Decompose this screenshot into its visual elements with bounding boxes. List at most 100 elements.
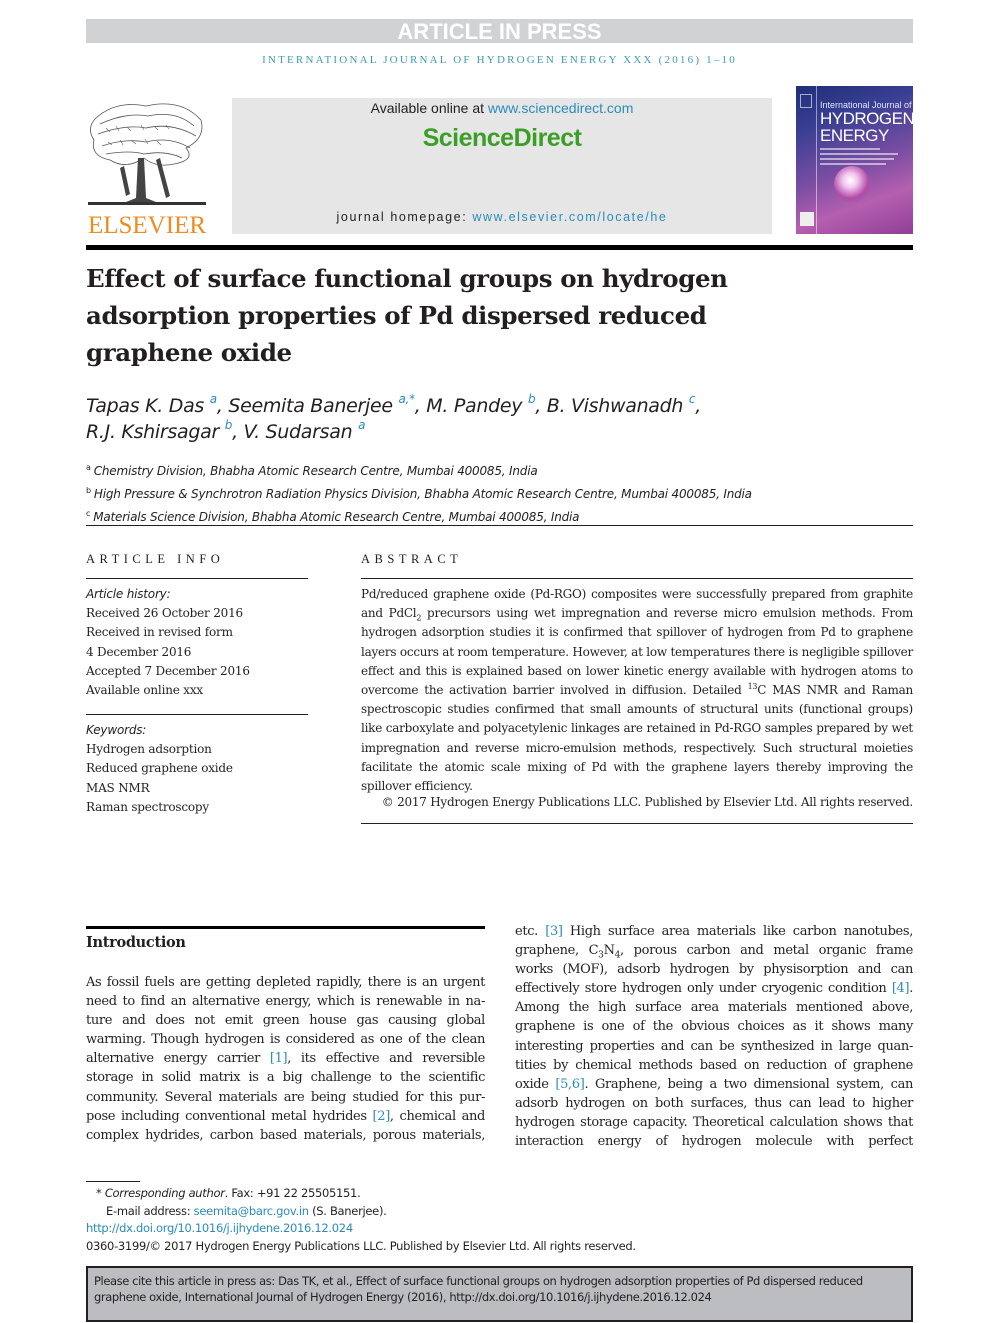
abstract-part: C MAS NMR and Raman spectroscopic studie… [361, 683, 914, 794]
text-run: graphene, C [515, 943, 599, 959]
article-history-label: Article history: [86, 587, 171, 601]
keywords-label: Keywords: [86, 723, 147, 737]
text-line: Among the high surface area materials me… [515, 1000, 913, 1016]
elsevier-wordmark: ELSEVIER [87, 212, 207, 239]
text-run: . [909, 981, 913, 997]
author-name: B. Vishwanadh [546, 395, 684, 417]
cover-editor-lines [820, 148, 900, 168]
text-line: adsorb hydrogen on both surfaces, thus c… [515, 1095, 913, 1111]
citation-link[interactable]: [4] [892, 981, 910, 996]
history-item: Accepted 7 December 2016 [86, 663, 250, 678]
affiliation-item: a Chemistry Division, Bhabha Atomic Resea… [86, 458, 846, 481]
author-affiliation-ref[interactable]: a [358, 418, 365, 432]
text-run: alternative energy carrier [86, 1051, 270, 1067]
fax-text: . Fax: +91 22 25505151. [224, 1186, 361, 1200]
sciencedirect-logo: ScienceDirect [422, 124, 582, 152]
masthead-rule [86, 245, 913, 250]
email-label: E-mail address: [106, 1203, 194, 1218]
text-line: graphene, C3N4, porous carbon and metal … [515, 941, 913, 960]
author-separator: , [535, 395, 547, 417]
email-link[interactable]: seemita@barc.gov.in [194, 1204, 309, 1218]
text-run: pose including conventional metal hydrid… [86, 1108, 373, 1124]
journal-homepage-label: journal homepage: [336, 210, 473, 224]
affiliation-list: a Chemistry Division, Bhabha Atomic Resea… [86, 458, 846, 527]
text-line: tities by chemical methods based on redu… [515, 1057, 913, 1073]
journal-homepage-link[interactable]: www.elsevier.com/locate/he [472, 210, 667, 224]
footnotes: * Corresponding author. Fax: +91 22 2550… [86, 1185, 786, 1255]
article-info-heading: ARTICLE INFO [86, 552, 225, 566]
text-line: pose including conventional metal hydrid… [86, 1107, 485, 1126]
text-line: storage in solid matrix is a big challen… [86, 1070, 485, 1086]
keywords: Keywords: Hydrogen adsorption Reduced gr… [86, 721, 316, 817]
tree-icon [88, 103, 206, 205]
body-column-left: As fossil fuels are getting depleted rap… [86, 973, 485, 1145]
citation-link[interactable]: [3] [545, 924, 563, 939]
journal-running-header: INTERNATIONAL JOURNAL OF HYDROGEN ENERGY… [262, 54, 737, 66]
citation-link[interactable]: [2] [373, 1109, 391, 1124]
author-separator: , [695, 395, 701, 417]
text-run: . Graphene, being a two dimensional syst… [584, 1076, 913, 1092]
keyword-item: Raman spectroscopy [86, 799, 209, 814]
history-item: Available online xxx [86, 683, 203, 698]
citation-notice-box: Please cite this article in press as: Da… [86, 1266, 913, 1322]
author-list: Tapas K. Das a, Seemita Banerjee a,*, M.… [86, 393, 806, 445]
affiliation-key: a [86, 463, 91, 472]
text-line: hydrogen storage capacity. Theoretical c… [515, 1114, 913, 1130]
text-run: N [603, 943, 615, 959]
text-run: oxide [515, 1076, 556, 1092]
text-run: , its effective and reversible [287, 1051, 485, 1067]
abstract-rule [361, 578, 913, 579]
email-note: E-mail address: seemita@barc.gov.in (S. … [86, 1203, 786, 1221]
citation-link[interactable]: [1] [270, 1051, 288, 1066]
cover-badge-icon [800, 212, 814, 226]
text-line: effectively store hydrogen only under cr… [515, 979, 913, 998]
footnote-marker: * [96, 1186, 105, 1200]
text-run: High surface area materials like carbon … [562, 924, 913, 939]
history-item: Received 26 October 2016 [86, 606, 243, 621]
history-item: 4 December 2016 [86, 644, 192, 659]
keyword-item: MAS NMR [86, 780, 150, 795]
text-run: , chemical and [389, 1108, 485, 1124]
keywords-rule [86, 714, 308, 715]
abstract-bottom-rule [361, 823, 913, 824]
sciencedirect-link[interactable]: www.sciencedirect.com [488, 100, 634, 116]
abstract-copyright: © 2017 Hydrogen Energy Publications LLC.… [381, 795, 913, 809]
abstract-text: Pd/reduced graphene oxide (Pd-RGO) compo… [361, 585, 913, 796]
keyword-item: Hydrogen adsorption [86, 742, 212, 757]
cover-divider [816, 86, 817, 234]
text-line: community. Several materials are being s… [86, 1089, 485, 1105]
affiliation-text: Materials Science Division, Bhabha Atomi… [93, 510, 580, 524]
cover-title-main: HYDROGEN ENERGY [820, 110, 913, 144]
affiliation-text: High Pressure & Synchrotron Radiation Ph… [93, 487, 752, 501]
journal-cover-image: International Journal of HYDROGEN ENERGY [796, 86, 913, 234]
text-run: etc. [515, 924, 546, 939]
author-name: Seemita Banerjee [228, 395, 393, 417]
text-line: etc. [3] High surface area materials lik… [515, 922, 913, 941]
text-line: graphene is one of the obvious choices a… [515, 1019, 913, 1035]
cover-elsevier-icon [800, 94, 812, 108]
history-item: Received in revised form [86, 625, 233, 640]
text-line: warming. Though hydrogen is considered a… [86, 1032, 485, 1048]
doi-link[interactable]: http://dx.doi.org/10.1016/j.ijhydene.201… [86, 1221, 353, 1235]
cover-orb-graphic [834, 166, 870, 202]
affiliation-key: c [86, 509, 91, 518]
section-rule [86, 926, 485, 929]
abstract-heading: ABSTRACT [361, 552, 463, 566]
author-affiliation-ref[interactable]: b [225, 418, 233, 432]
text-line: ture and does not emit green house gas c… [86, 1013, 485, 1029]
citation-link[interactable]: [5,6] [555, 1077, 584, 1092]
text-line: interaction energy of hydrogen molecule … [515, 1134, 913, 1150]
cover-title-line3: ENERGY [820, 126, 889, 145]
journal-homepage-line: journal homepage: www.elsevier.com/locat… [232, 210, 772, 224]
text-run: , porous carbon and metal organic frame [619, 943, 913, 959]
author-affiliation-ref[interactable]: a,* [399, 392, 416, 406]
article-title: Effect of surface functional groups on h… [86, 264, 728, 367]
affiliation-rule [86, 525, 913, 526]
text-run: effectively store hydrogen only under cr… [515, 981, 892, 997]
text-line: complex hydrides, carbon based materials… [86, 1127, 485, 1143]
article-in-press-banner: ARTICLE IN PRESS [86, 19, 913, 44]
sciencedirect-masthead: Available online at www.sciencedirect.co… [232, 98, 772, 234]
introduction-heading: Introduction [86, 934, 186, 951]
author-affiliation-ref[interactable]: a [210, 392, 217, 406]
affiliation-text: Chemistry Division, Bhabha Atomic Resear… [93, 464, 538, 478]
